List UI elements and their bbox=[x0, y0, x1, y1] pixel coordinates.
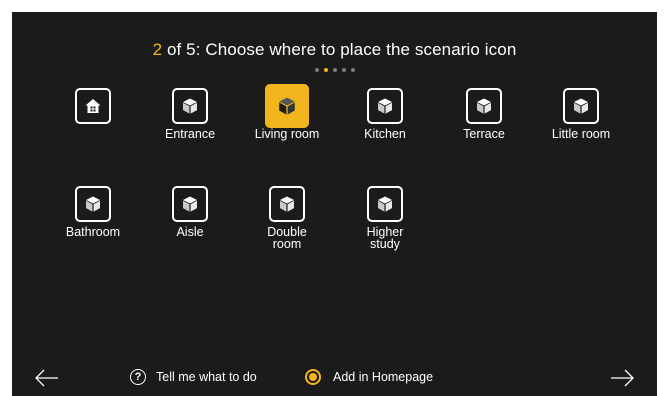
help-label: Tell me what to do bbox=[156, 370, 257, 384]
add-in-homepage-label: Add in Homepage bbox=[333, 370, 434, 384]
cube-icon bbox=[86, 196, 100, 212]
help-button[interactable]: ? Tell me what to do bbox=[130, 369, 257, 385]
room-icon-box bbox=[269, 186, 305, 222]
step-dot-4 bbox=[341, 68, 346, 72]
cube-icon bbox=[279, 97, 295, 115]
footer-bar: ? Tell me what to do Add in Homepage bbox=[12, 362, 657, 396]
room-tile-terrace[interactable]: Terrace bbox=[429, 88, 539, 140]
room-tile-higher-study[interactable]: Higher study bbox=[330, 186, 440, 250]
cube-icon bbox=[183, 98, 197, 114]
room-tile-little-room[interactable]: Little room bbox=[526, 88, 636, 140]
step-dot-3 bbox=[332, 68, 337, 72]
room-label: Entrance bbox=[164, 127, 216, 141]
room-tile-double-room[interactable]: Double room bbox=[232, 186, 342, 250]
room-tile-kitchen[interactable]: Kitchen bbox=[330, 88, 440, 140]
room-icon-box bbox=[367, 186, 403, 222]
next-button[interactable] bbox=[609, 368, 635, 388]
arrow-right-icon bbox=[611, 369, 634, 387]
room-icon-box bbox=[172, 186, 208, 222]
wizard-screen: 2 of 5: Choose where to place the scenar… bbox=[12, 12, 657, 396]
cube-icon bbox=[280, 196, 294, 212]
room-label: Terrace bbox=[463, 127, 505, 141]
room-label: Higher study bbox=[366, 225, 404, 251]
radio-checked-icon bbox=[305, 369, 321, 385]
cube-icon bbox=[574, 98, 588, 114]
room-label: Bathroom bbox=[65, 225, 121, 239]
room-tile-living-room[interactable]: Living room bbox=[232, 84, 342, 141]
step-dot-2 bbox=[323, 68, 328, 72]
room-tile-entrance[interactable]: Entrance bbox=[135, 88, 245, 140]
room-label: Aisle bbox=[176, 225, 204, 239]
room-tile-aisle[interactable]: Aisle bbox=[135, 186, 245, 238]
cube-icon bbox=[477, 98, 491, 114]
question-icon: ? bbox=[130, 369, 146, 385]
room-label: Double room bbox=[267, 225, 307, 251]
room-icon-box bbox=[563, 88, 599, 124]
home-icon bbox=[85, 99, 101, 113]
step-number: 2 bbox=[152, 40, 163, 59]
cube-icon bbox=[183, 196, 197, 212]
arrow-left-icon bbox=[35, 369, 58, 387]
page-title: 2 of 5: Choose where to place the scenar… bbox=[12, 40, 657, 60]
room-icon-box-selected bbox=[265, 84, 309, 128]
back-button[interactable] bbox=[34, 368, 60, 388]
room-tile-bathroom[interactable]: Bathroom bbox=[38, 186, 148, 238]
add-in-homepage-toggle[interactable]: Add in Homepage bbox=[305, 369, 433, 385]
step-dot-5 bbox=[350, 68, 355, 72]
room-label: Kitchen bbox=[364, 127, 406, 141]
room-label: Living room bbox=[254, 127, 320, 141]
cube-icon bbox=[378, 98, 392, 114]
room-icon-box bbox=[75, 186, 111, 222]
cube-icon bbox=[378, 196, 392, 212]
title-text: of 5: Choose where to place the scenario… bbox=[162, 40, 517, 59]
step-indicator bbox=[12, 68, 657, 72]
room-icon-box bbox=[466, 88, 502, 124]
room-label: Little room bbox=[551, 127, 611, 141]
room-icon-box bbox=[172, 88, 208, 124]
room-tile-home[interactable] bbox=[38, 88, 148, 124]
room-icon-box bbox=[75, 88, 111, 124]
room-icon-box bbox=[367, 88, 403, 124]
step-dot-1 bbox=[314, 68, 319, 72]
